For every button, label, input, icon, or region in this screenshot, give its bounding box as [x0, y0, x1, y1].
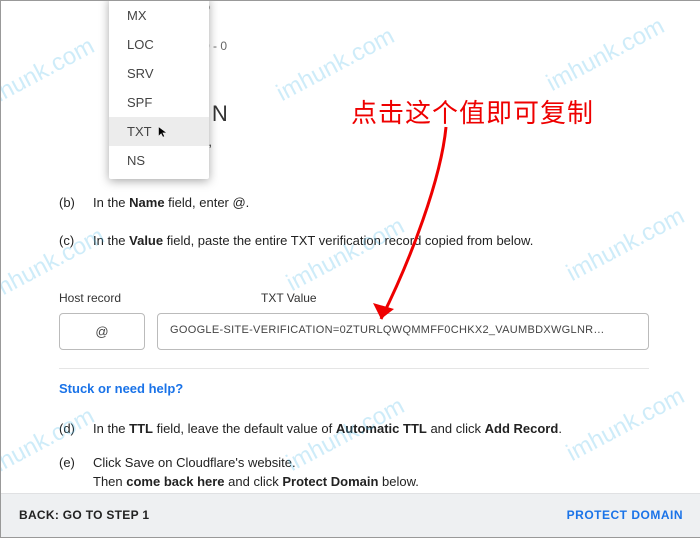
step-e-b2: Protect Domain [282, 474, 378, 489]
verification-record-section: Host record TXT Value @ GOOGLE-SITE-VERI… [59, 291, 649, 396]
step-e: (e) Click Save on Cloudflare's website. … [59, 453, 659, 492]
step-e-b1: come back here [126, 474, 224, 489]
step-b-mid: field, enter @. [165, 195, 250, 210]
header-txt-value: TXT Value [171, 291, 649, 305]
watermark-text: imhunk.com [542, 12, 669, 97]
cursor-icon [157, 126, 169, 138]
step-b-prefix: In the [93, 195, 129, 210]
dropdown-option-spf[interactable]: SPF [109, 88, 209, 117]
steps-upper: (b) In the Name field, enter @. (c) In t… [59, 193, 659, 268]
footer-bar: BACK: GO TO STEP 1 PROTECT DOMAIN [1, 493, 700, 537]
watermark-text: imhunk.com [0, 32, 99, 117]
step-d-end: . [558, 421, 562, 436]
step-d-m1: field, leave the default value of [153, 421, 336, 436]
step-c-rest: field, paste the entire TXT verification… [163, 233, 533, 248]
step-d-m2: and click [427, 421, 485, 436]
host-record-box[interactable]: @ [59, 313, 145, 350]
divider [59, 368, 649, 369]
step-e-label: (e) [59, 453, 93, 492]
step-d-text: In the TTL field, leave the default valu… [93, 419, 659, 439]
step-b-label: (b) [59, 193, 93, 213]
step-c-prefix: In the [93, 233, 129, 248]
step-e-line2: Then come back here and click Protect Do… [93, 472, 659, 492]
header-host-record: Host record [59, 291, 171, 305]
step-d-b2: Automatic TTL [336, 421, 427, 436]
step-b: (b) In the Name field, enter @. [59, 193, 659, 213]
txt-value-box[interactable]: GOOGLE-SITE-VERIFICATION=0ZTURLQWQMMFF0C… [157, 313, 649, 350]
step-c-label: (c) [59, 231, 93, 251]
protect-domain-button[interactable]: PROTECT DOMAIN [567, 508, 683, 522]
dropdown-option-ns[interactable]: NS [109, 146, 209, 175]
dropdown-option-loc[interactable]: LOC [109, 30, 209, 59]
table-header: Host record TXT Value [59, 291, 649, 305]
step-e-text: Click Save on Cloudflare's website. Then… [93, 453, 659, 492]
back-button[interactable]: BACK: GO TO STEP 1 [19, 508, 149, 522]
page-root: imhunk.com imhunk.com imhunk.com imhunk.… [0, 0, 700, 538]
dropdown-option-txt-label: TXT [127, 124, 151, 139]
help-link[interactable]: Stuck or need help? [59, 381, 183, 396]
step-b-bold: Name [129, 195, 164, 210]
record-type-dropdown[interactable]: MX LOC SRV SPF TXT NS [109, 0, 209, 179]
step-e-line1: Click Save on Cloudflare's website. [93, 453, 659, 473]
step-e-l2a: Then [93, 474, 126, 489]
step-e-l2c: below. [378, 474, 418, 489]
step-d: (d) In the TTL field, leave the default … [59, 419, 659, 439]
step-d-b1: TTL [129, 421, 153, 436]
step-c-bold: Value [129, 233, 163, 248]
step-c-text: In the Value field, paste the entire TXT… [93, 231, 659, 251]
step-d-label: (d) [59, 419, 93, 439]
step-e-l2b: and click [225, 474, 283, 489]
dropdown-option-srv[interactable]: SRV [109, 59, 209, 88]
step-c: (c) In the Value field, paste the entire… [59, 231, 659, 251]
annotation-text: 点击这个值即可复制 [351, 93, 594, 130]
dropdown-option-mx[interactable]: MX [109, 1, 209, 30]
dropdown-option-txt[interactable]: TXT [109, 117, 209, 146]
table-row: @ GOOGLE-SITE-VERIFICATION=0ZTURLQWQMMFF… [59, 313, 649, 350]
step-d-b3: Add Record [485, 421, 559, 436]
step-b-text: In the Name field, enter @. [93, 193, 659, 213]
step-d-prefix: In the [93, 421, 129, 436]
